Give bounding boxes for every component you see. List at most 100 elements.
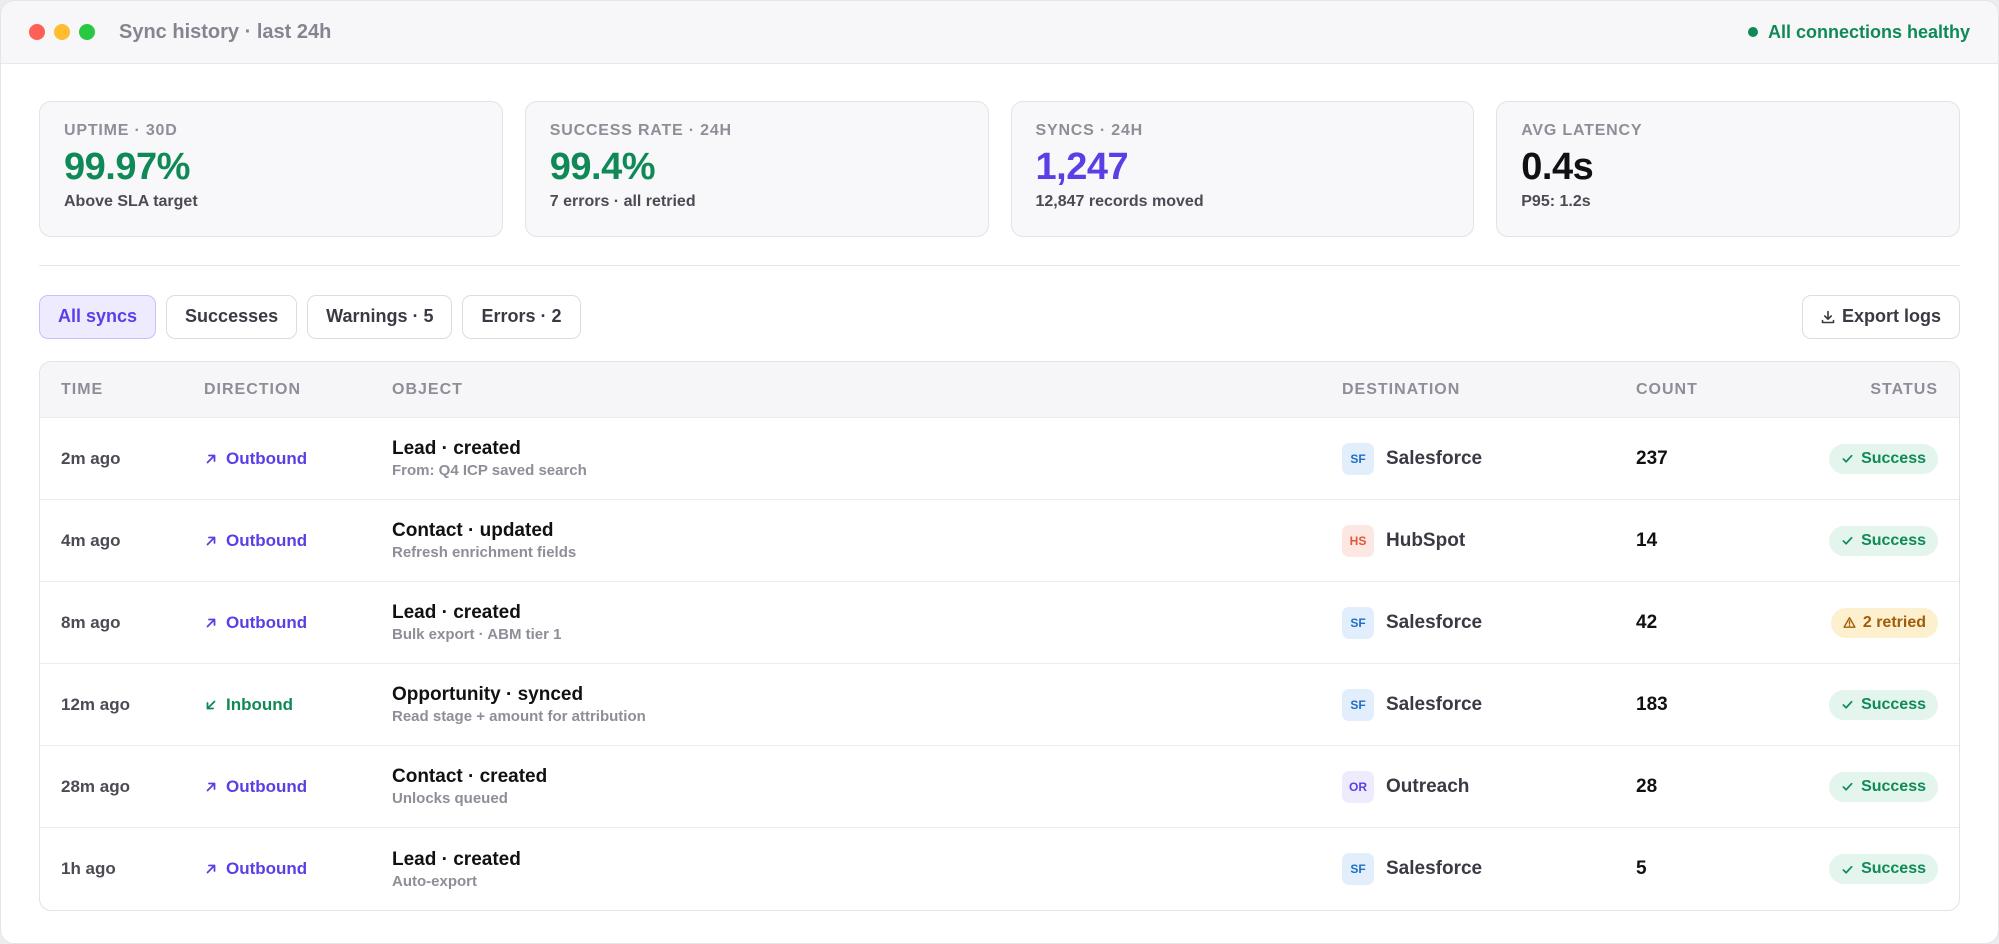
filter-tab[interactable]: Warnings · 5 — [307, 294, 453, 339]
status-cell: Success — [1806, 689, 1938, 720]
close-window-button[interactable] — [29, 24, 45, 40]
export-logs-label: Export logs — [1841, 306, 1941, 326]
column-header-direction[interactable]: DIRECTION — [204, 381, 392, 399]
destination-logo-badge: OR — [1342, 770, 1374, 803]
destination-name: Salesforce — [1386, 693, 1483, 715]
object-title[interactable]: Contact · updated — [392, 520, 1342, 542]
destination-name: HubSpot — [1386, 529, 1466, 551]
outbound-arrow-icon — [204, 452, 218, 466]
export-logs-button[interactable]: Export logs — [1801, 294, 1960, 339]
object-title[interactable]: Lead · created — [392, 849, 1342, 871]
direction-cell: Outbound — [204, 531, 392, 551]
stat-label: UPTIME · 30D — [64, 122, 178, 139]
table-row[interactable]: 28m ago Outbound Contact · created Unlocks … — [40, 746, 1959, 828]
stat-card: UPTIME · 30D 99.97% Above SLA target — [39, 101, 503, 237]
stat-cards: UPTIME · 30D 99.97% Above SLA target SUCCES… — [39, 101, 1960, 237]
status-label: 2 retried — [1862, 613, 1926, 631]
minimize-window-button[interactable] — [54, 24, 70, 40]
count-cell: 28 — [1636, 776, 1806, 798]
stat-subtext: 12,847 records moved — [1035, 192, 1204, 210]
column-header-object[interactable]: OBJECT — [392, 381, 1342, 399]
destination-logo-badge: SF — [1342, 606, 1374, 639]
record-count: 14 — [1636, 529, 1658, 551]
stat-label: AVG LATENCY — [1521, 122, 1643, 139]
status-cell: 2 retried — [1806, 607, 1938, 638]
column-header-status[interactable]: STATUS — [1806, 381, 1938, 399]
direction-cell: Outbound — [204, 859, 392, 879]
status-cell: Success — [1806, 443, 1938, 474]
destination-logo-badge: SF — [1342, 442, 1374, 475]
status-label: Success — [1861, 777, 1926, 795]
status-badge-success[interactable]: Success — [1829, 689, 1938, 720]
object-title[interactable]: Contact · created — [392, 766, 1342, 788]
object-subtitle: Unlocks queued — [392, 790, 508, 807]
table-row[interactable]: 1h ago Outbound Lead · created Auto-export S… — [40, 828, 1959, 910]
status-badge-success[interactable]: Success — [1829, 443, 1938, 474]
column-header-count[interactable]: COUNT — [1636, 381, 1806, 399]
object-title[interactable]: Lead · created — [392, 438, 1342, 460]
filter-tab[interactable]: All syncs — [39, 294, 157, 339]
time-cell: 1h ago — [61, 859, 204, 879]
table-row[interactable]: 2m ago Outbound Lead · created From: Q4 ICP… — [40, 418, 1959, 500]
direction-indicator: Outbound — [204, 613, 392, 633]
filter-group: All syncs Successes Warnings · 5 Errors · 2 — [39, 294, 581, 339]
sync-history-window: Sync history · last 24h All connections … — [0, 0, 1999, 944]
outbound-arrow-icon — [204, 862, 218, 876]
object-cell: Lead · created Bulk export · ABM tier 1 — [392, 602, 1342, 643]
window-controls — [29, 24, 95, 40]
check-icon — [1841, 698, 1854, 711]
stat-subtext: Above SLA target — [64, 192, 198, 210]
object-subtitle: Bulk export · ABM tier 1 — [392, 626, 562, 643]
count-cell: 14 — [1636, 530, 1806, 552]
destination: SF Salesforce — [1342, 442, 1636, 475]
destination-cell: SF Salesforce — [1342, 442, 1636, 475]
stat-card: SYNCS · 24H 1,247 12,847 records moved — [1010, 101, 1475, 237]
stat-card: AVG LATENCY 0.4s P95: 1.2s — [1496, 101, 1960, 237]
status-label: Success — [1861, 695, 1926, 713]
stat-label: SUCCESS RATE · 24H — [549, 122, 732, 139]
check-icon — [1841, 452, 1854, 465]
record-count: 183 — [1636, 693, 1668, 715]
maximize-window-button[interactable] — [79, 24, 95, 40]
row-time: 1h ago — [61, 859, 116, 878]
row-time: 4m ago — [61, 530, 121, 550]
stat-value: 99.4% — [549, 146, 656, 188]
status-badge-success[interactable]: Success — [1829, 771, 1938, 802]
column-header-time[interactable]: TIME — [61, 381, 204, 399]
table-row[interactable]: 8m ago Outbound Lead · created Bulk export … — [40, 582, 1959, 664]
direction-indicator: Outbound — [204, 777, 392, 797]
time-cell: 2m ago — [61, 449, 204, 469]
connection-health-label: All connections healthy — [1767, 21, 1970, 42]
filter-tab[interactable]: Errors · 2 — [462, 294, 581, 339]
column-header-destination[interactable]: DESTINATION — [1342, 381, 1636, 399]
outbound-arrow-icon — [204, 534, 218, 548]
status-label: Success — [1861, 531, 1926, 549]
row-time: 8m ago — [61, 612, 121, 632]
record-count: 42 — [1636, 611, 1658, 633]
status-label: Success — [1861, 860, 1926, 877]
direction-indicator: Inbound — [204, 695, 392, 715]
destination: HS HubSpot — [1342, 524, 1636, 557]
object-title[interactable]: Opportunity · synced — [392, 684, 1342, 706]
destination-logo-badge: SF — [1342, 688, 1374, 721]
object-cell: Lead · created From: Q4 ICP saved search — [392, 438, 1342, 479]
object-cell: Contact · created Unlocks queued — [392, 766, 1342, 807]
destination: OR Outreach — [1342, 770, 1636, 803]
status-badge-warning[interactable]: 2 retried — [1830, 607, 1938, 638]
count-cell: 42 — [1636, 612, 1806, 634]
object-title[interactable]: Lead · created — [392, 602, 1342, 624]
table-row[interactable]: 4m ago Outbound Contact · updated Refresh e… — [40, 500, 1959, 582]
object-cell: Lead · created Auto-export — [392, 849, 1342, 890]
filter-tab[interactable]: Successes — [166, 294, 298, 339]
table-body: 2m ago Outbound Lead · created From: Q4 ICP… — [40, 418, 1959, 910]
stat-value: 99.97% — [64, 146, 190, 188]
table-header: TIME DIRECTION OBJECT DESTINATION COUNT … — [40, 362, 1959, 418]
table-row[interactable]: 12m ago Inbound Opportunity · synced Read s… — [40, 664, 1959, 746]
status-badge-success[interactable]: Success — [1829, 854, 1938, 884]
status-badge-success[interactable]: Success — [1829, 525, 1938, 556]
stat-label: SYNCS · 24H — [1035, 122, 1143, 139]
destination-cell: SF Salesforce — [1342, 606, 1636, 639]
stat-card: SUCCESS RATE · 24H 99.4% 7 errors · all re… — [524, 101, 989, 237]
check-icon — [1841, 863, 1854, 876]
row-time: 2m ago — [61, 448, 121, 468]
